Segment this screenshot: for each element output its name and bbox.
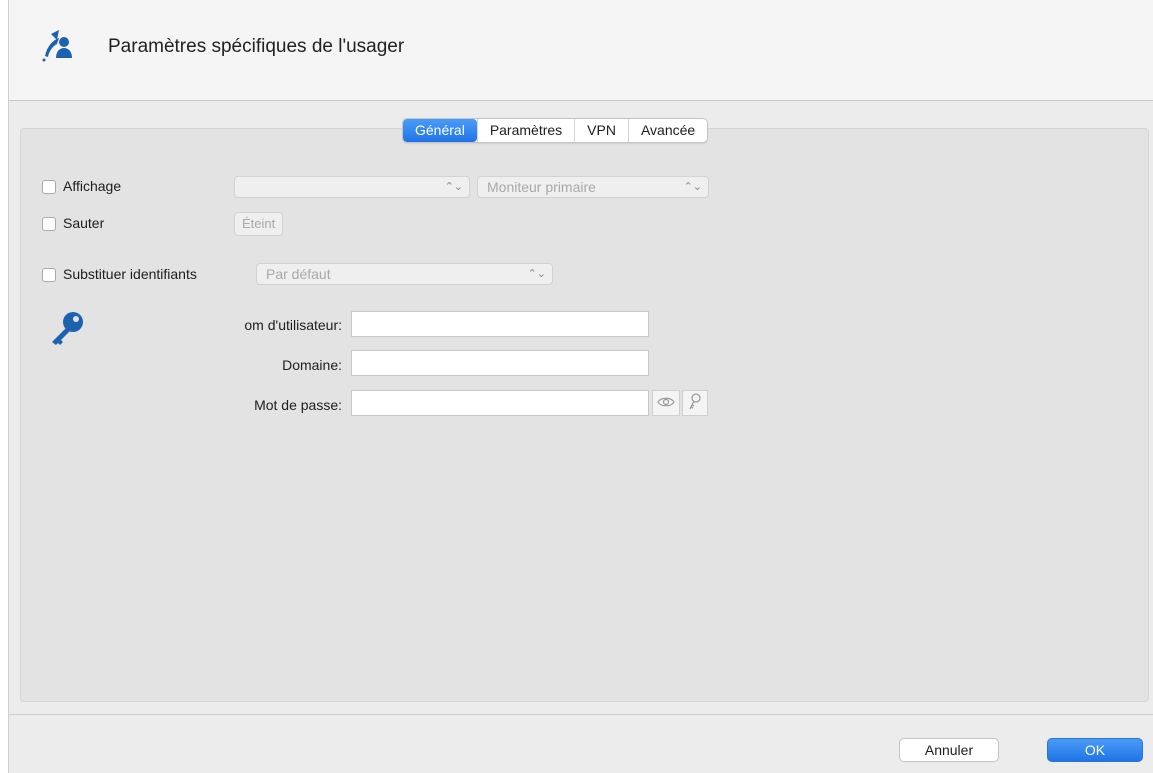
chevron-updown-icon: ⌃⌄ (444, 181, 463, 193)
domain-input[interactable] (351, 350, 649, 376)
tab-parametres[interactable]: Paramètres (476, 119, 574, 142)
password-input[interactable] (351, 390, 649, 416)
substituer-checkbox[interactable] (42, 268, 56, 282)
affichage-checkbox[interactable] (42, 180, 56, 194)
dialog-title: Paramètres spécifiques de l'usager (108, 36, 405, 57)
key-icon (47, 310, 87, 346)
user-settings-icon (37, 26, 77, 66)
password-label: Mot de passe: (254, 397, 342, 413)
dialog-window: Paramètres spécifiques de l'usager Génér… (8, 0, 1153, 773)
sauter-label: Sauter (63, 215, 105, 231)
ok-button[interactable]: OK (1047, 738, 1143, 762)
eye-icon (657, 395, 675, 411)
affichage-label: Affichage (63, 178, 122, 194)
domain-label: Domaine: (282, 357, 342, 373)
tab-general[interactable]: Général (403, 119, 477, 142)
username-label: om d'utilisateur: (244, 317, 342, 333)
username-input[interactable] (351, 311, 649, 337)
dialog-header: Paramètres spécifiques de l'usager (9, 0, 1153, 101)
tab-vpn[interactable]: VPN (574, 119, 628, 142)
credentials-source-select[interactable]: Par défaut ⌃⌄ (256, 263, 553, 285)
chevron-updown-icon: ⌃⌄ (683, 181, 702, 193)
footer-separator (9, 714, 1153, 715)
sauter-checkbox[interactable] (42, 217, 56, 231)
credentials-source-value: Par défaut (266, 266, 331, 282)
affichage-select-1[interactable]: ⌃⌄ (234, 176, 470, 198)
keychain-icon (688, 392, 702, 414)
sauter-toggle-button[interactable]: Éteint (234, 212, 284, 236)
monitor-select-value: Moniteur primaire (487, 179, 596, 195)
monitor-select[interactable]: Moniteur primaire ⌃⌄ (477, 176, 709, 198)
tab-bar: Général Paramètres VPN Avancée (402, 118, 709, 143)
cancel-button[interactable]: Annuler (899, 738, 999, 762)
tab-avancee[interactable]: Avancée (627, 119, 707, 142)
chevron-updown-icon: ⌃⌄ (527, 268, 546, 280)
password-keychain-button[interactable] (682, 390, 708, 416)
show-password-button[interactable] (652, 390, 680, 416)
substituer-label: Substituer identifiants (63, 266, 197, 282)
